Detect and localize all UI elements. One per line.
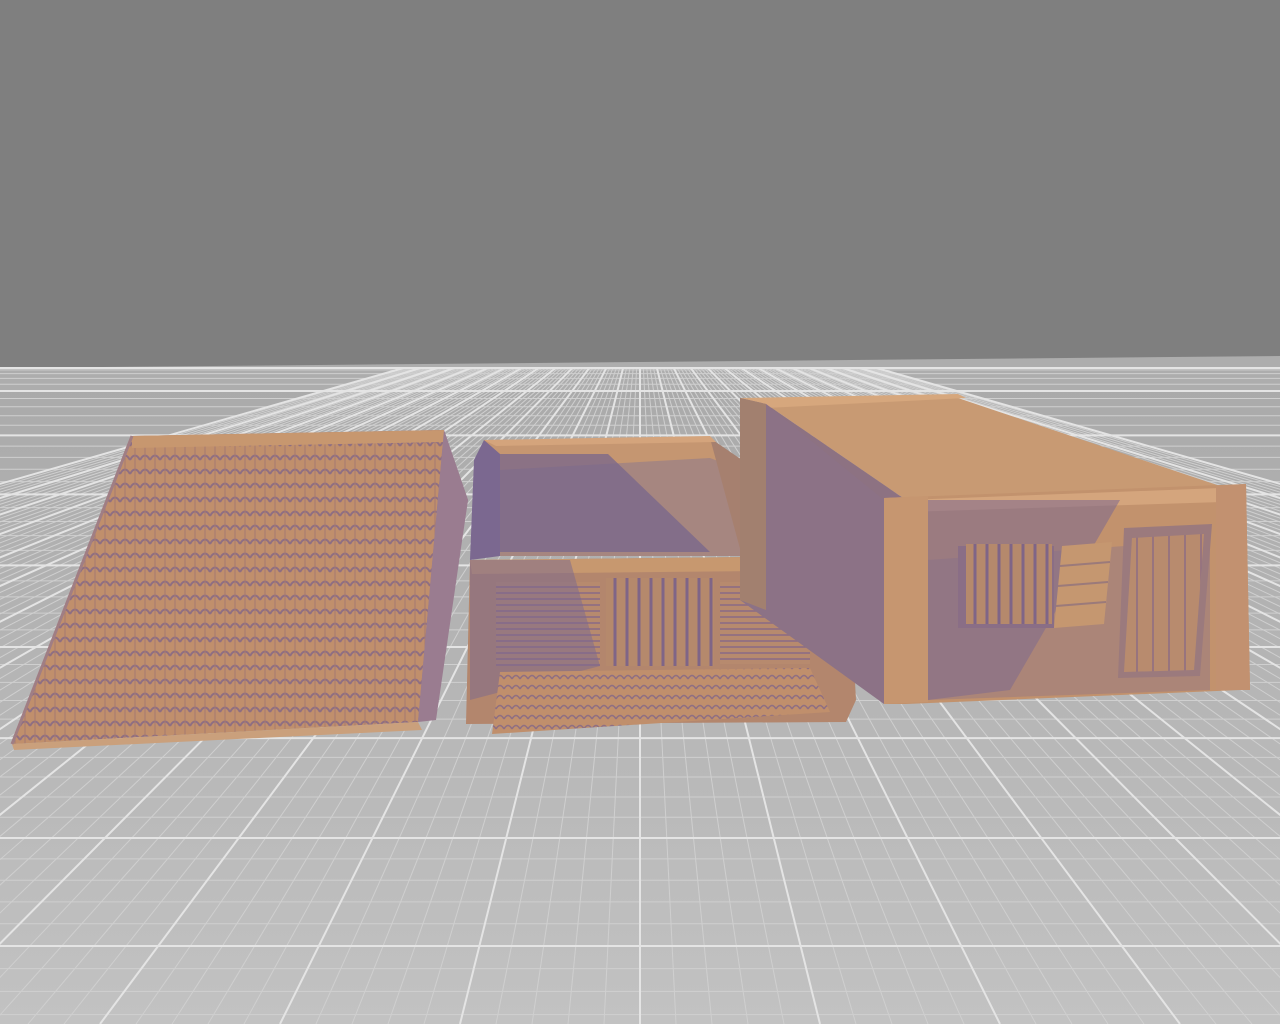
window-bars xyxy=(966,544,1052,624)
3d-viewport[interactable] xyxy=(0,0,1280,1024)
wooden-door xyxy=(1124,534,1204,672)
scene-canvas[interactable] xyxy=(0,0,1280,1024)
center-bars xyxy=(606,578,714,666)
